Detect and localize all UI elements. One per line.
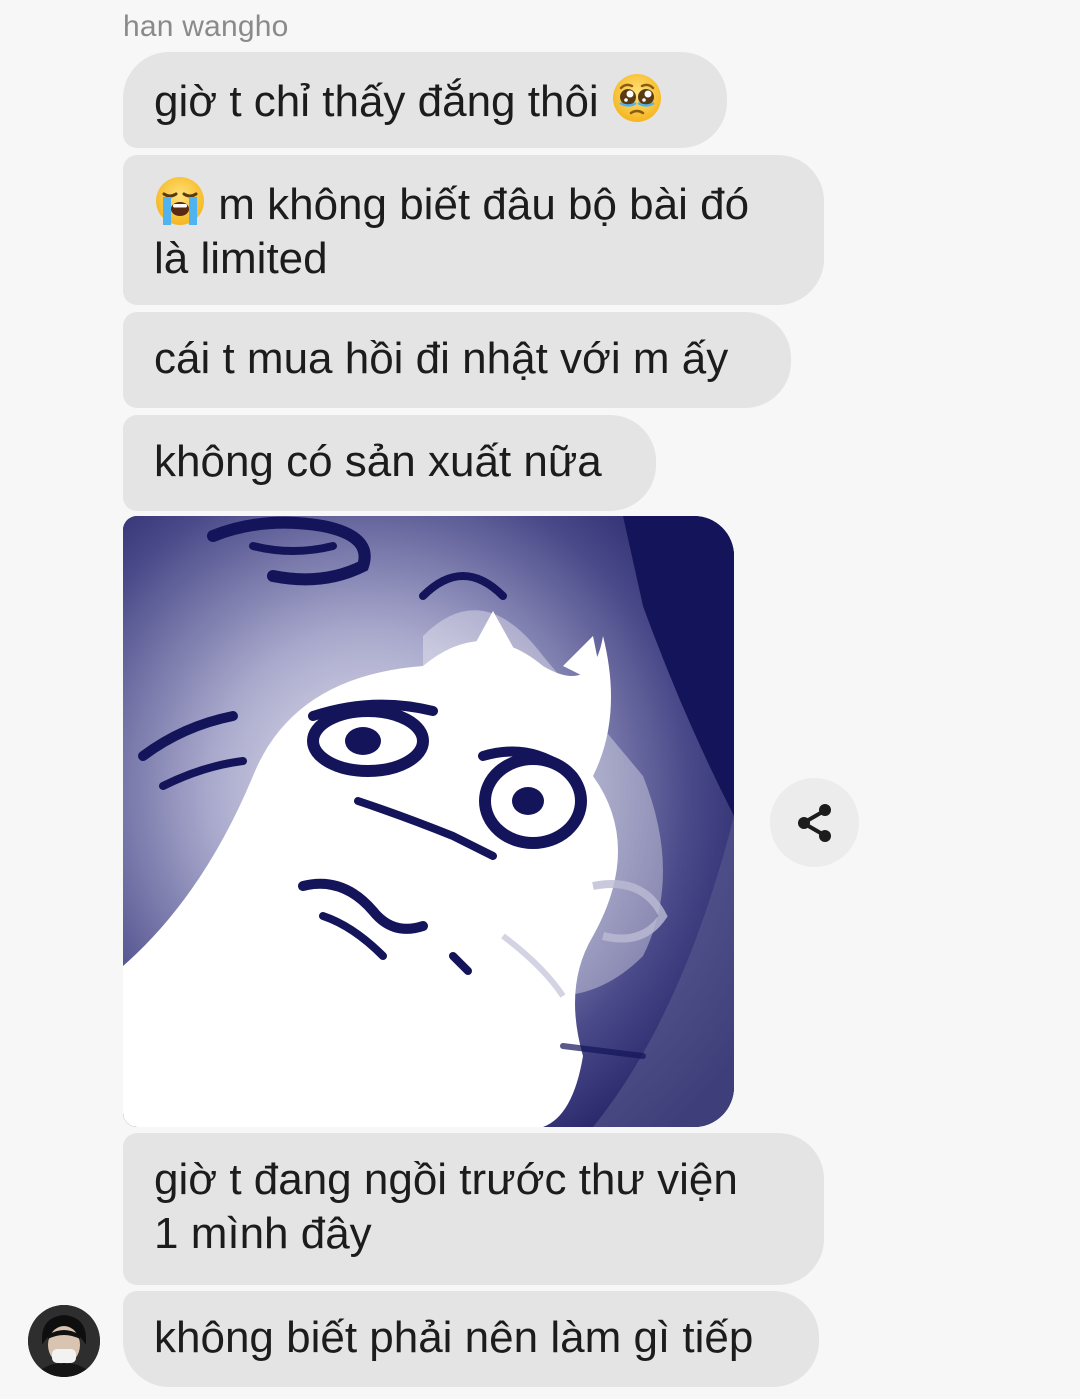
- avatar-image: [28, 1305, 100, 1377]
- message-bubble[interactable]: giờ t chỉ thấy đắng thôi: [123, 52, 727, 148]
- sender-name: han wangho: [123, 10, 289, 43]
- message-bubble[interactable]: giờ t đang ngồi trước thư viện 1 mình đâ…: [123, 1133, 824, 1285]
- avatar[interactable]: [28, 1305, 100, 1377]
- share-button[interactable]: [770, 778, 859, 867]
- message-text: không có sản xuất nữa: [154, 437, 602, 486]
- message-text: không biết phải nên làm gì tiếp: [154, 1313, 754, 1362]
- loudly-crying-face-icon: [156, 177, 204, 225]
- crying-cat-sticker: [123, 516, 734, 1127]
- chat-thread: han wangho giờ t chỉ thấy đắng thôi m kh…: [0, 0, 1080, 1399]
- message-text: giờ t đang ngồi trước thư viện 1 mình đâ…: [154, 1155, 738, 1258]
- message-bubble[interactable]: cái t mua hồi đi nhật với m ấy: [123, 312, 791, 408]
- message-text: m không biết đâu bộ bài đó là limited: [154, 180, 750, 283]
- message-bubble[interactable]: m không biết đâu bộ bài đó là limited: [123, 155, 824, 305]
- message-bubble[interactable]: không có sản xuất nữa: [123, 415, 656, 511]
- share-icon: [797, 803, 831, 842]
- message-text: giờ t chỉ thấy đắng thôi: [154, 77, 611, 126]
- message-bubble[interactable]: không biết phải nên làm gì tiếp: [123, 1291, 819, 1387]
- pleading-face-icon: [612, 74, 661, 122]
- sticker-image[interactable]: [123, 516, 734, 1127]
- message-text: cái t mua hồi đi nhật với m ấy: [154, 334, 729, 383]
